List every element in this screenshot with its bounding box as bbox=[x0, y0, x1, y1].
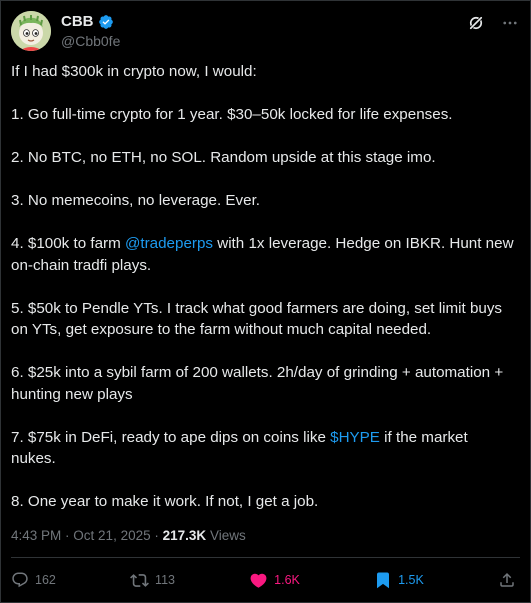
tweet-card: CBB @Cbb0fe If I had $300k in crypto now… bbox=[0, 0, 531, 603]
header-actions bbox=[466, 13, 520, 33]
bookmark-button[interactable]: 1.5K bbox=[374, 571, 424, 589]
views-label: Views bbox=[209, 528, 246, 543]
reply-button[interactable]: 162 bbox=[11, 571, 56, 589]
like-button[interactable]: 1.6K bbox=[249, 571, 300, 590]
tweet-text-segment: If I had $300k in crypto now, I would: bbox=[11, 63, 257, 80]
tweet-text-segment: 3. No memecoins, no leverage. Ever. bbox=[11, 192, 261, 209]
mention-link[interactable]: @tradeperps bbox=[125, 235, 213, 252]
tweet-text-segment: 7. $75k in DeFi, ready to ape dips on co… bbox=[11, 428, 331, 446]
tweet-paragraph: 6. $25k into a sybil farm of 200 wallets… bbox=[11, 362, 516, 405]
author-name[interactable]: CBB bbox=[61, 13, 94, 30]
tweet-paragraph: 8. One year to make it work. If not, I g… bbox=[11, 491, 516, 513]
like-count: 1.6K bbox=[274, 573, 300, 587]
tweet-paragraph: 2. No BTC, no ETH, no SOL. Random upside… bbox=[11, 147, 516, 169]
bookmark-icon bbox=[374, 571, 392, 589]
meta-separator: · bbox=[154, 528, 163, 543]
share-button[interactable] bbox=[498, 571, 516, 589]
action-bar: 162 113 1.6K 1.5K bbox=[11, 569, 516, 591]
avatar-image bbox=[11, 11, 51, 51]
tweet-text-segment: 8. One year to make it work. If not, I g… bbox=[11, 493, 319, 510]
verified-badge-icon bbox=[98, 14, 114, 30]
tweet-date[interactable]: Oct 21, 2025 bbox=[73, 528, 150, 543]
tweet-paragraph: 3. No memecoins, no leverage. Ever. bbox=[11, 190, 516, 212]
repost-icon bbox=[130, 571, 149, 590]
more-options-icon[interactable] bbox=[500, 13, 520, 33]
repost-button[interactable]: 113 bbox=[130, 571, 175, 590]
tweet-paragraph: 7. $75k in DeFi, ready to ape dips on co… bbox=[11, 427, 516, 470]
heart-icon bbox=[249, 571, 268, 590]
views-count: 217.3K bbox=[162, 528, 207, 543]
avatar[interactable] bbox=[11, 11, 51, 51]
share-icon bbox=[498, 571, 516, 589]
tweet-text: If I had $300k in crypto now, I would: 1.… bbox=[11, 61, 516, 534]
tweet-text-segment: 6. $25k into a sybil farm of 200 wallets… bbox=[11, 364, 504, 403]
tweet-time[interactable]: 4:43 PM bbox=[11, 528, 61, 543]
reply-icon bbox=[11, 571, 29, 589]
tweet-paragraph: 4. $100k to farm @tradeperps with 1x lev… bbox=[11, 233, 516, 276]
tweet-text-segment: 5. $50k to Pendle YTs. I track what good… bbox=[11, 299, 503, 339]
author-name-row: CBB bbox=[61, 13, 114, 30]
tweet-meta: 4:43 PM · Oct 21, 2025 · 217.3K Views bbox=[11, 528, 246, 543]
tweet-text-segment: 1. Go full-time crypto for 1 year. $30–5… bbox=[11, 106, 453, 123]
author-handle[interactable]: @Cbb0fe bbox=[61, 33, 120, 49]
mention-link[interactable]: $HYPE bbox=[330, 429, 380, 446]
tweet-paragraph: If I had $300k in crypto now, I would: bbox=[11, 61, 516, 83]
tweet-text-segment: 2. No BTC, no ETH, no SOL. Random upside… bbox=[11, 149, 436, 166]
divider bbox=[11, 557, 520, 558]
tweet-header: CBB @Cbb0fe bbox=[11, 9, 522, 51]
reply-count: 162 bbox=[35, 573, 56, 587]
tweet-paragraph: 5. $50k to Pendle YTs. I track what good… bbox=[11, 298, 516, 341]
tweet-paragraph: 1. Go full-time crypto for 1 year. $30–5… bbox=[11, 104, 516, 126]
tweet-text-segment: 4. $100k to farm bbox=[11, 235, 125, 252]
repost-count: 113 bbox=[155, 573, 175, 587]
bookmark-count: 1.5K bbox=[398, 573, 424, 587]
grok-icon[interactable] bbox=[466, 13, 486, 33]
